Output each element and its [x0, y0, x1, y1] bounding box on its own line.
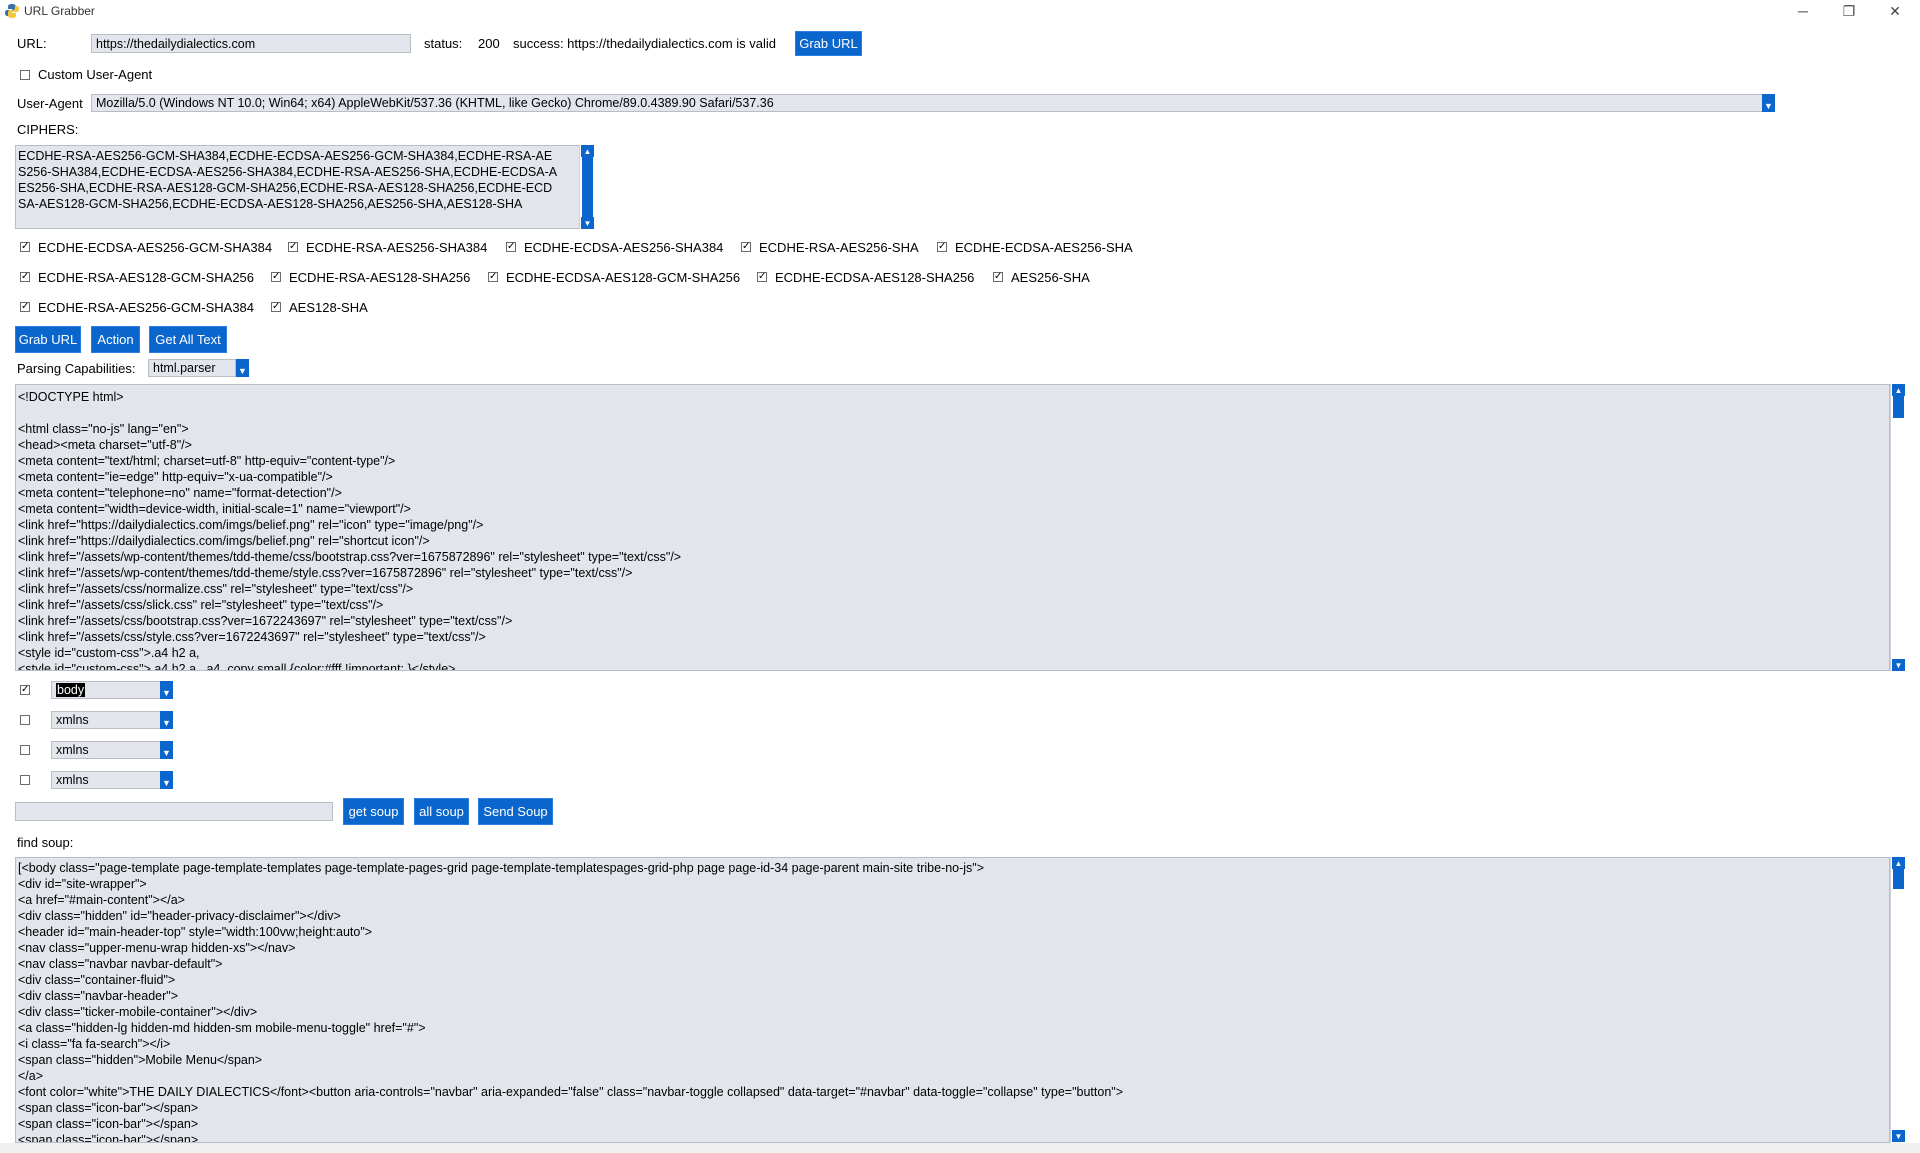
cipher-label: ECDHE-RSA-AES128-GCM-SHA256 [38, 270, 255, 285]
cipher-label: AES256-SHA [1011, 270, 1090, 285]
filter-dropdown-icon[interactable]: ▼ [160, 741, 173, 759]
cipher-checkbox[interactable]: ✓ [488, 272, 498, 282]
scroll-up-icon[interactable]: ▲ [1892, 384, 1905, 396]
grab-url-button-top[interactable]: Grab URL [795, 31, 862, 56]
cipher-label: ECDHE-RSA-AES256-SHA384 [306, 240, 488, 255]
window-bottom-border [0, 1143, 1920, 1153]
cipher-checkbox[interactable]: ✓ [271, 272, 281, 282]
find-soup-textarea[interactable]: [<body class="page-template page-templat… [15, 857, 1890, 1143]
all-soup-button[interactable]: all soup [414, 798, 469, 825]
url-input[interactable]: https://thedailydialectics.com [91, 34, 411, 53]
parsing-label: Parsing Capabilities: [17, 361, 136, 376]
maximize-icon[interactable]: ❐ [1826, 0, 1872, 22]
cipher-checkbox[interactable]: ✓ [20, 302, 30, 312]
status-label: status: [424, 36, 463, 51]
user-agent-combobox[interactable]: Mozilla/5.0 (Windows NT 10.0; Win64; x64… [91, 94, 1763, 112]
scroll-up-icon[interactable]: ▲ [1892, 857, 1905, 869]
action-button[interactable]: Action [91, 326, 140, 353]
cipher-checkbox[interactable]: ✓ [20, 272, 30, 282]
soup-input[interactable] [15, 802, 333, 821]
user-agent-dropdown-icon[interactable]: ▼ [1762, 94, 1775, 112]
parser-dropdown-icon[interactable]: ▼ [236, 359, 249, 377]
cipher-checkbox[interactable]: ✓ [288, 242, 298, 252]
custom-user-agent-checkbox[interactable] [20, 70, 30, 80]
cipher-label: ECDHE-ECDSA-AES256-SHA384 [524, 240, 724, 255]
cipher-label: ECDHE-RSA-AES128-SHA256 [289, 270, 471, 285]
cipher-label: ECDHE-ECDSA-AES128-GCM-SHA256 [506, 270, 741, 285]
scroll-up-icon[interactable]: ▲ [581, 145, 594, 157]
find-soup-label: find soup: [17, 835, 74, 850]
filter-checkbox[interactable] [20, 745, 30, 755]
filter-dropdown-icon[interactable]: ▼ [160, 771, 173, 789]
cipher-checkbox[interactable]: ✓ [506, 242, 516, 252]
cipher-checkbox[interactable]: ✓ [993, 272, 1003, 282]
cipher-label: ECDHE-ECDSA-AES256-GCM-SHA384 [38, 240, 273, 255]
cipher-label: ECDHE-RSA-AES256-SHA [759, 240, 919, 255]
ciphers-label: CIPHERS: [17, 122, 79, 137]
minimize-icon[interactable]: ─ [1780, 0, 1826, 22]
page-source-textarea[interactable]: <!DOCTYPE html> <html class="no-js" lang… [15, 384, 1890, 671]
filter-checkbox[interactable] [20, 715, 30, 725]
status-message: success: https://thedailydialectics.com … [513, 36, 776, 51]
window-title: URL Grabber [24, 4, 95, 18]
scroll-thumb[interactable] [1893, 869, 1904, 889]
filter-dropdown-icon[interactable]: ▼ [160, 711, 173, 729]
cipher-label: ECDHE-ECDSA-AES256-SHA [955, 240, 1133, 255]
grab-url-button[interactable]: Grab URL [15, 326, 81, 353]
status-code: 200 [478, 36, 500, 51]
parser-combobox[interactable]: html.parser [148, 359, 236, 377]
user-agent-label: User-Agent [17, 96, 83, 111]
url-label: URL: [17, 36, 47, 51]
scroll-down-icon[interactable]: ▼ [581, 217, 594, 229]
scroll-down-icon[interactable]: ▼ [1892, 659, 1905, 671]
get-soup-button[interactable]: get soup [343, 798, 404, 825]
filter-checkbox[interactable]: ✓ [20, 685, 30, 695]
filter-checkbox[interactable] [20, 775, 30, 785]
scroll-thumb[interactable] [582, 157, 593, 217]
cipher-label: AES128-SHA [289, 300, 368, 315]
custom-user-agent-label: Custom User-Agent [38, 67, 153, 82]
close-icon[interactable]: ✕ [1872, 0, 1918, 22]
cipher-label: ECDHE-ECDSA-AES128-SHA256 [775, 270, 975, 285]
find-soup-scrollbar[interactable]: ▲ ▼ [1890, 857, 1905, 1143]
cipher-checkbox[interactable]: ✓ [937, 242, 947, 252]
cipher-checkbox[interactable]: ✓ [741, 242, 751, 252]
filter-dropdown-icon[interactable]: ▼ [160, 681, 173, 699]
python-icon [5, 4, 19, 18]
ciphers-scrollbar[interactable]: ▲ ▼ [579, 145, 594, 229]
filter-selected-text: body [56, 683, 86, 697]
ciphers-textarea[interactable]: ECDHE-RSA-AES256-GCM-SHA384,ECDHE-ECDSA-… [15, 145, 580, 229]
source-scrollbar[interactable]: ▲ ▼ [1890, 384, 1905, 671]
cipher-checkbox[interactable]: ✓ [271, 302, 281, 312]
get-all-text-button[interactable]: Get All Text [149, 326, 227, 353]
filter-combobox[interactable]: xmlns [51, 741, 161, 759]
cipher-checkbox[interactable]: ✓ [20, 242, 30, 252]
send-soup-button[interactable]: Send Soup [478, 798, 553, 825]
cipher-label: ECDHE-RSA-AES256-GCM-SHA384 [38, 300, 255, 315]
cipher-checkbox[interactable]: ✓ [757, 272, 767, 282]
scroll-down-icon[interactable]: ▼ [1892, 1130, 1905, 1142]
filter-combobox[interactable]: xmlns [51, 771, 161, 789]
scroll-thumb[interactable] [1893, 396, 1904, 418]
filter-combobox[interactable]: xmlns [51, 711, 161, 729]
title-bar: URL Grabber ─ ❐ ✕ [0, 0, 1920, 22]
filter-combobox[interactable]: body [51, 681, 161, 699]
